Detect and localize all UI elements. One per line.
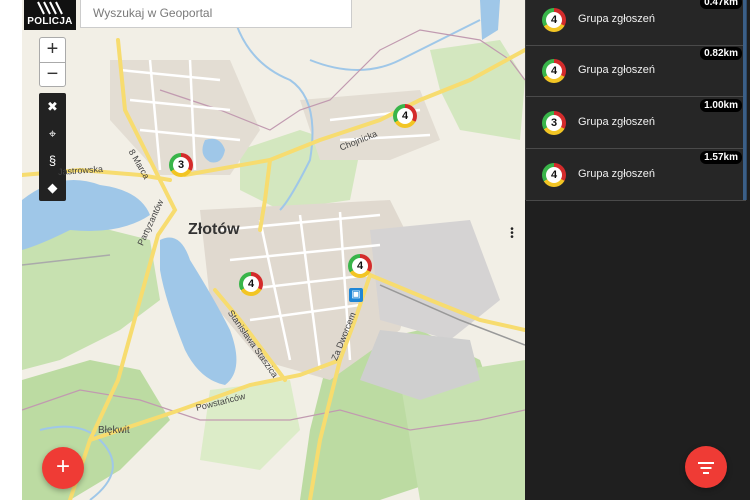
distance-badge: 1.57km — [700, 151, 742, 164]
cluster-count-badge: 4 — [542, 59, 566, 83]
locate-icon[interactable]: ⌖ — [39, 120, 66, 147]
search-box[interactable] — [80, 0, 352, 28]
train-station-icon: ▣ — [349, 288, 363, 302]
fullscreen-icon[interactable]: ✖ — [39, 93, 66, 120]
list-item[interactable]: 4 Grupa zgłoszeń 1.57km — [526, 149, 746, 201]
map-left-strip — [0, 0, 22, 500]
search-input[interactable] — [81, 0, 343, 26]
tag-icon[interactable]: ◆ — [39, 174, 66, 201]
zoom-in-button[interactable]: + — [40, 38, 65, 62]
policja-logo[interactable]: POLICJA — [24, 0, 76, 30]
zoom-out-button[interactable]: − — [40, 62, 65, 87]
city-label: Złotów — [188, 221, 240, 238]
filter-button[interactable] — [685, 446, 727, 488]
map-cluster-marker[interactable]: 4 — [239, 272, 263, 296]
cluster-count-badge: 4 — [542, 8, 566, 32]
logo-text: POLICJA — [27, 16, 73, 27]
list-item[interactable]: 4 Grupa zgłoszeń 0.82km — [526, 45, 746, 97]
results-panel: 4 Grupa zgłoszeń 0.47km 4 Grupa zgłoszeń… — [525, 0, 750, 500]
village-label: Błękwit — [98, 425, 130, 436]
add-report-button[interactable]: + — [42, 447, 84, 489]
map-cluster-marker[interactable]: 4 — [393, 104, 417, 128]
distance-badge: 0.47km — [700, 0, 742, 9]
list-item-name: Grupa zgłoszeń — [578, 13, 656, 25]
list-item-name: Grupa zgłoszeń — [578, 168, 656, 180]
map-cluster-marker[interactable]: 3 — [169, 153, 193, 177]
results-list: 4 Grupa zgłoszeń 0.47km 4 Grupa zgłoszeń… — [525, 0, 747, 201]
list-scrollbar[interactable] — [743, 0, 746, 200]
map-cluster-marker[interactable]: 4 — [348, 254, 372, 278]
list-item[interactable]: 3 Grupa zgłoszeń 1.00km — [526, 97, 746, 149]
zoom-control: + − — [39, 37, 66, 87]
cluster-count-badge: 4 — [542, 163, 566, 187]
list-item[interactable]: 4 Grupa zgłoszeń 0.47km — [526, 0, 746, 46]
map-basemap — [20, 0, 525, 500]
list-item-name: Grupa zgłoszeń — [578, 64, 656, 76]
distance-badge: 0.82km — [700, 47, 742, 60]
map-toolbar: ✖ ⌖ § ◆ — [39, 93, 66, 201]
list-item-name: Grupa zgłoszeń — [578, 116, 656, 128]
distance-badge: 1.00km — [700, 99, 742, 112]
map-view[interactable]: POLICJA + − ✖ ⌖ § ◆ Złotów 8 Marca Jastr… — [0, 0, 525, 500]
cluster-count-badge: 3 — [542, 111, 566, 135]
panel-resize-handle[interactable]: • • • — [509, 225, 515, 243]
